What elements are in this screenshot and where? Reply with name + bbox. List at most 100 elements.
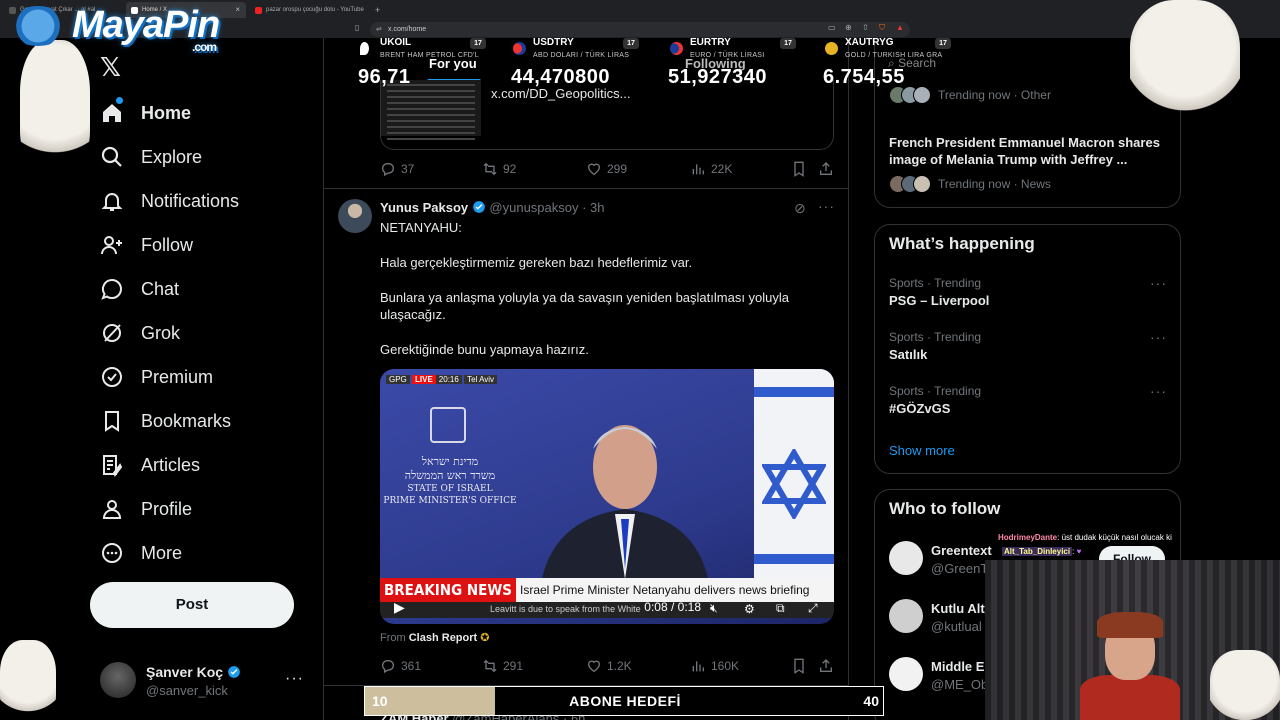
sidebar-item-premium[interactable]: Premium	[100, 357, 213, 397]
sidebar-item-chat[interactable]: Chat	[100, 269, 179, 309]
grok-icon[interactable]: ⊘	[794, 200, 806, 217]
sidebar-item-articles[interactable]: Articles	[100, 445, 200, 485]
zoom-icon[interactable]: ⊕	[845, 23, 852, 32]
new-tab-button[interactable]: +	[372, 2, 386, 18]
sidebar-item-notifications[interactable]: Notifications	[100, 181, 239, 221]
sign-english-1: STATE OF ISRAEL	[407, 484, 493, 494]
share-icon[interactable]: ⇧	[862, 23, 869, 32]
ticker-value: 44,470800	[511, 66, 611, 88]
bookmark-button[interactable]	[792, 161, 811, 177]
site-info-icon[interactable]: ⇌	[376, 22, 382, 37]
tab-label: pazar orospu çocuğu dolu - YouTube	[266, 7, 364, 13]
post-button[interactable]: Post	[90, 582, 294, 628]
brave-shield-icon[interactable]: ⛉	[879, 23, 885, 33]
live-label: LIVE	[412, 375, 436, 384]
sidebar-item-explore[interactable]: Explore	[100, 137, 202, 177]
tab-close-icon[interactable]: ×	[235, 2, 240, 18]
sidebar-item-follow[interactable]: Follow	[100, 225, 193, 265]
repost-icon	[483, 659, 497, 673]
share-button[interactable]	[818, 658, 839, 674]
sidebar-item-grok[interactable]: Grok	[100, 313, 180, 353]
sign-english-2: PRIME MINISTER'S OFFICE	[383, 496, 517, 506]
repost-icon	[483, 162, 497, 176]
repost-count: 92	[503, 162, 517, 176]
ticker-symbol: EURTRY	[690, 37, 731, 48]
x-logo-icon[interactable]: 𝕏	[100, 52, 121, 83]
rewards-icon[interactable]: ▲	[896, 23, 904, 32]
reply-button[interactable]: 361	[380, 658, 421, 674]
sidebar-item-more[interactable]: More	[100, 533, 182, 573]
sidebar-item-label: More	[141, 542, 183, 563]
profile-icon	[100, 497, 124, 521]
suggested-account-name[interactable]: Greentext	[931, 543, 992, 558]
reply-count: 37	[401, 162, 415, 176]
show-more-link[interactable]: Show more	[889, 443, 955, 458]
settings-gear-icon[interactable]: ⚙	[744, 602, 755, 616]
browser-tab[interactable]: pazar orospu çocuğu dolu - YouTube	[250, 2, 375, 18]
tweet-video[interactable]: מדינת ישראל משרד ראש הממשלה STATE OF ISR…	[380, 369, 834, 624]
share-button[interactable]	[818, 161, 839, 177]
play-icon[interactable]: ▶	[394, 599, 405, 616]
bookmark-star-icon[interactable]: ▯	[355, 23, 359, 32]
account-switcher[interactable]: Şanver Koç @sanver_kick ···	[100, 660, 310, 704]
sidebar-item-label: Follow	[141, 234, 194, 255]
tweet-more-icon[interactable]: ···	[818, 198, 835, 214]
tweet-time[interactable]: · 3h	[582, 200, 604, 215]
like-button[interactable]: 1.2K	[586, 658, 632, 674]
author-handle[interactable]: @yunuspaksoy	[489, 200, 578, 215]
brand-suffix: .com	[192, 40, 217, 54]
sidebar-item-label: Home	[141, 102, 192, 123]
mute-icon[interactable]: 🔇︎	[710, 601, 718, 616]
search-icon	[100, 145, 124, 169]
streamer-webcam	[985, 560, 1280, 720]
speaker-figure	[540, 425, 710, 589]
trend-name[interactable]: Satılık	[889, 347, 927, 362]
pip-icon[interactable]: ⧉	[776, 601, 785, 616]
chat-text: : üst dudak küçük nasıl olucak ki	[1057, 533, 1172, 542]
tweet-line: Gerektiğinde bunu yapmaya hazırız.	[380, 342, 589, 357]
ticker-value: 51,927340	[668, 66, 768, 88]
source-account-link[interactable]: Clash Report	[409, 632, 477, 644]
like-button[interactable]: 299	[586, 161, 627, 177]
chat-icon	[100, 277, 124, 301]
fullscreen-icon[interactable]: ⤢	[808, 601, 818, 616]
subscriber-goal-bar: 10 ABONE HEDEFİ 40	[364, 686, 884, 716]
quoted-link-card[interactable]: x.com/DD_Geopolitics...	[380, 80, 834, 150]
gpg-logo: GPG	[386, 375, 410, 384]
account-handle: @sanver_kick	[146, 683, 228, 698]
suggested-account-name[interactable]: Kutlu Alt	[931, 601, 985, 616]
views-button[interactable]: 160K	[690, 658, 739, 674]
sidebar-item-home[interactable]: Home	[100, 93, 191, 133]
avatar[interactable]	[889, 657, 923, 691]
gold-verified-icon: ✪	[480, 632, 490, 644]
avatar[interactable]	[889, 599, 923, 633]
sidebar-item-label: Articles	[141, 454, 201, 475]
sidebar-item-bookmarks[interactable]: Bookmarks	[100, 401, 231, 441]
trend-more-icon[interactable]: ···	[1150, 383, 1167, 399]
avatar[interactable]	[889, 541, 923, 575]
video-controls: ▶ 0:08 / 0:18 🔇︎ ⚙ ⧉ ⤢	[380, 596, 834, 624]
ticker-symbol: USDTRY	[533, 37, 574, 48]
account-more-icon[interactable]: ···	[285, 670, 304, 688]
reply-button[interactable]: 37	[380, 161, 414, 177]
avatar[interactable]	[338, 199, 372, 233]
reply-count: 361	[401, 659, 422, 673]
sidebar-item-profile[interactable]: Profile	[100, 489, 192, 529]
repost-button[interactable]: 92	[482, 161, 516, 177]
trend-more-icon[interactable]: ···	[1150, 329, 1167, 345]
views-icon	[692, 661, 704, 672]
views-button[interactable]: 22K	[690, 161, 732, 177]
trend-headline[interactable]: French President Emmanuel Macron shares …	[889, 134, 1169, 168]
bookmark-button[interactable]	[792, 658, 811, 674]
from-label: From	[380, 632, 406, 644]
trend-more-icon[interactable]: ···	[1150, 275, 1167, 291]
repost-button[interactable]: 291	[482, 658, 523, 674]
trend-name[interactable]: PSG – Liverpool	[889, 293, 989, 308]
author-name[interactable]: Yunus Paksoy	[380, 200, 468, 215]
cast-icon[interactable]: ▭	[828, 23, 836, 32]
trend-name[interactable]: #GÖZvGS	[889, 401, 950, 416]
menorah-seal-icon	[430, 407, 466, 443]
suggested-account-name[interactable]: Middle E	[931, 659, 984, 674]
chat-username: Alt_Tab_Dinleyici	[1002, 547, 1073, 556]
who-to-follow-title: Who to follow	[889, 499, 1001, 518]
